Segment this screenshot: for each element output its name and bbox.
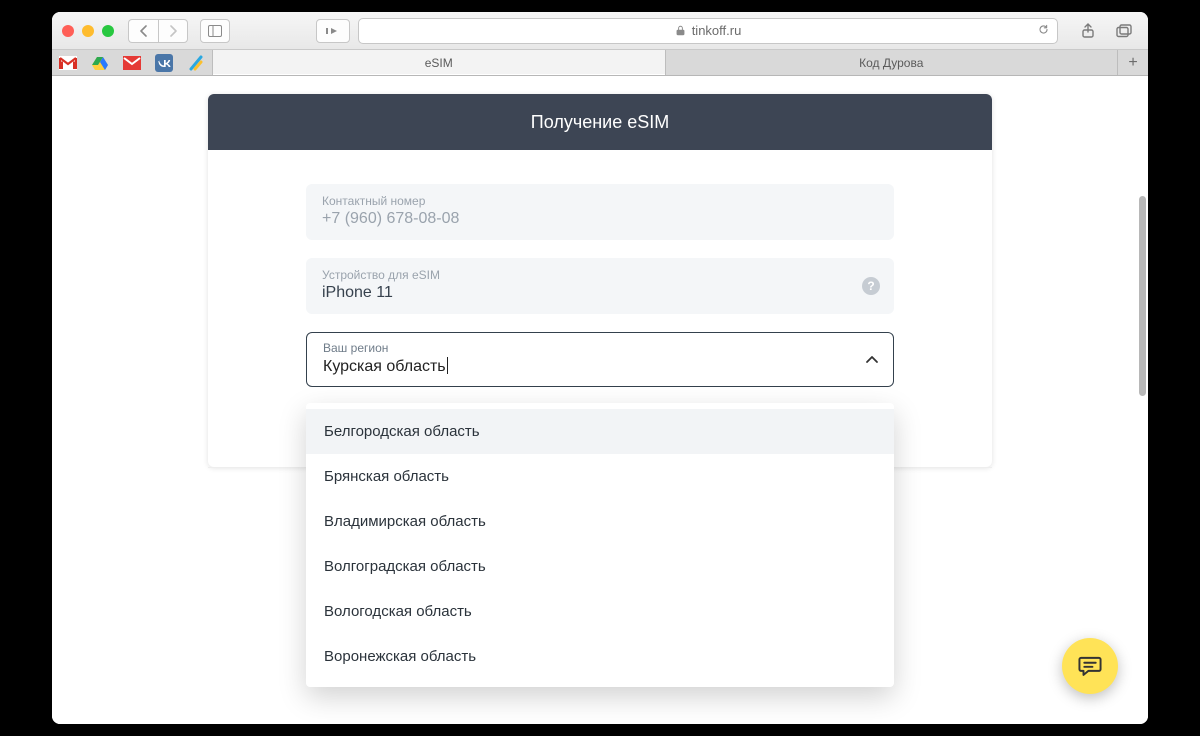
page-viewport: Получение eSIM Контактный номер +7 (960)…: [52, 76, 1148, 724]
region-option[interactable]: Воронежская область: [306, 634, 894, 679]
sidebar-button[interactable]: [200, 19, 230, 43]
address-bar[interactable]: tinkoff.ru: [358, 18, 1058, 44]
reload-button[interactable]: [1038, 24, 1049, 35]
tab-esim[interactable]: eSIM: [213, 50, 666, 75]
toolbar-right: [1074, 19, 1138, 43]
region-option[interactable]: Владимирская область: [306, 499, 894, 544]
fav-gmail-icon[interactable]: [52, 56, 84, 70]
region-option-label: Воронежская область: [324, 648, 476, 665]
page-scrollbar[interactable]: [1139, 196, 1146, 396]
forward-button[interactable]: [158, 19, 188, 43]
fav-vk-icon[interactable]: [148, 54, 180, 72]
favorites-row: [52, 50, 213, 75]
nav-buttons: [128, 19, 188, 43]
fav-gmail2-icon[interactable]: [116, 56, 148, 70]
region-option-label: Брянская область: [324, 468, 449, 485]
minimize-window-button[interactable]: [82, 25, 94, 37]
tab-kod-durova[interactable]: Код Дурова: [666, 50, 1119, 75]
lock-icon: [675, 25, 686, 36]
tab-label: Код Дурова: [859, 56, 923, 70]
card-title: Получение eSIM: [208, 94, 992, 150]
chat-icon: [1077, 653, 1103, 679]
new-tab-button[interactable]: +: [1118, 50, 1148, 75]
back-button[interactable]: [128, 19, 158, 43]
phone-field[interactable]: Контактный номер +7 (960) 678-08-08: [306, 184, 894, 240]
region-option-label: Белгородская область: [324, 423, 480, 440]
safari-window: tinkoff.ru: [52, 12, 1148, 724]
help-icon[interactable]: ?: [862, 277, 880, 295]
tab-bar: eSIM Код Дурова +: [52, 50, 1148, 76]
device-value: iPhone 11: [322, 284, 878, 302]
region-option-label: Вологодская область: [324, 603, 472, 620]
card-title-text: Получение eSIM: [531, 112, 669, 133]
chevron-up-icon: [865, 355, 879, 365]
window-controls: [62, 25, 114, 37]
fav-drive-icon[interactable]: [84, 56, 116, 70]
chat-button[interactable]: [1062, 638, 1118, 694]
phone-label: Контактный номер: [322, 194, 878, 208]
share-button[interactable]: [1074, 19, 1102, 43]
region-label: Ваш регион: [323, 341, 877, 355]
device-field[interactable]: Устройство для eSIM iPhone 11 ?: [306, 258, 894, 314]
region-option[interactable]: Вологодская область: [306, 589, 894, 634]
fav-other-icon[interactable]: [180, 55, 212, 71]
region-option[interactable]: Волгоградская область: [306, 544, 894, 589]
url-host: tinkoff.ru: [692, 23, 742, 38]
region-value: Курская область: [323, 357, 877, 376]
region-option[interactable]: Брянская область: [306, 454, 894, 499]
tab-label: eSIM: [425, 56, 453, 70]
close-window-button[interactable]: [62, 25, 74, 37]
region-combobox[interactable]: Ваш регион Курская область: [306, 332, 894, 387]
region-option[interactable]: Белгородская область: [306, 409, 894, 454]
maximize-window-button[interactable]: [102, 25, 114, 37]
browser-toolbar: tinkoff.ru: [52, 12, 1148, 50]
tabs-button[interactable]: [1110, 19, 1138, 43]
region-option-label: Волгоградская область: [324, 558, 486, 575]
phone-value: +7 (960) 678-08-08: [322, 210, 878, 228]
region-option-label: Владимирская область: [324, 513, 486, 530]
device-label: Устройство для eSIM: [322, 268, 878, 282]
reader-button[interactable]: [316, 19, 350, 43]
region-dropdown: Белгородская область Брянская область Вл…: [306, 403, 894, 687]
